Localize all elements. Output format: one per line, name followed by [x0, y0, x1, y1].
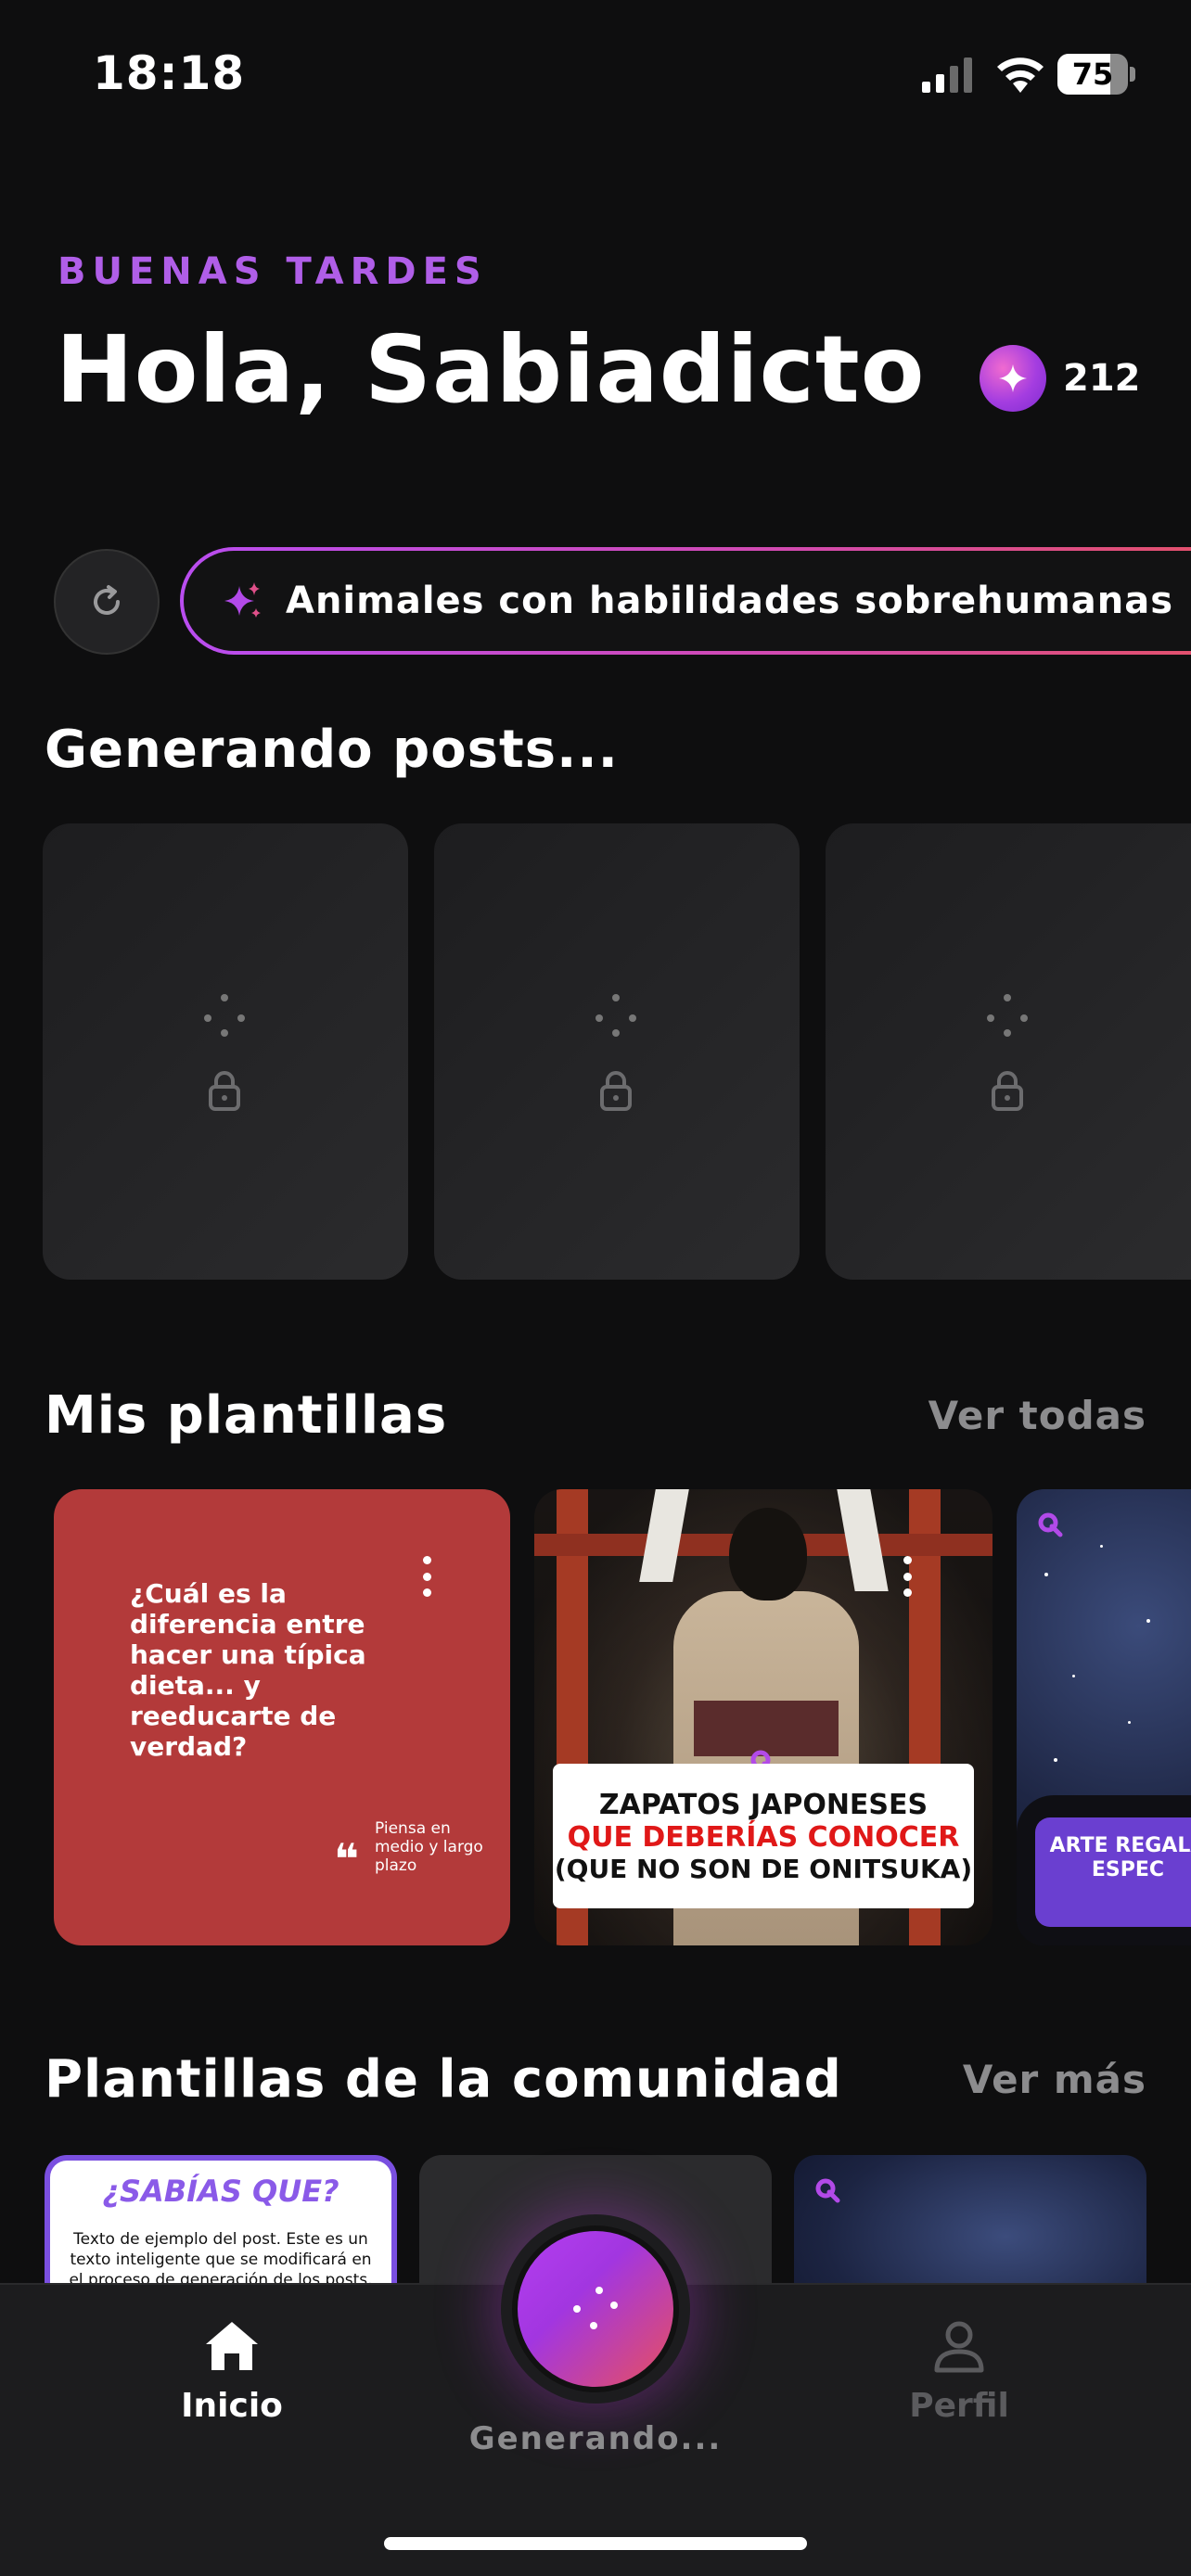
tab-home[interactable]: Inicio	[139, 2318, 325, 2425]
page-title: Hola, Sabiadicto	[56, 315, 926, 424]
template-side-text: Piensa en medio y largo plazo	[375, 1819, 483, 1875]
template-card[interactable]: ARTE REGALA ESPEC	[1017, 1489, 1191, 1945]
lock-icon	[992, 1071, 1023, 1111]
kebab-icon[interactable]	[421, 1556, 432, 1597]
loading-dots-icon	[987, 994, 1028, 1037]
tab-home-label: Inicio	[181, 2387, 283, 2425]
generate-button[interactable]	[512, 2225, 679, 2392]
generate-label: Generando...	[468, 2420, 723, 2457]
topic-label: Animales con habilidades sobrehumanas	[286, 580, 1174, 622]
template-question: ¿Cuál es la diferencia entre hacer una t…	[130, 1578, 366, 1762]
loading-dots-icon	[573, 2287, 618, 2329]
my-templates-title: Mis plantillas	[45, 1385, 448, 1446]
credits-badge[interactable]: 212	[980, 345, 1141, 412]
battery-icon: 75	[1057, 54, 1135, 95]
battery-percent: 75	[1071, 57, 1114, 92]
greeting-subtitle: BUENAS TARDES	[58, 250, 488, 293]
kebab-icon[interactable]	[902, 1556, 913, 1597]
wifi-icon	[997, 57, 1044, 93]
credits-count: 212	[1063, 357, 1141, 400]
lock-icon	[209, 1071, 240, 1111]
profile-icon	[934, 2321, 984, 2373]
topic-chip[interactable]: Animales con habilidades sobrehumanas	[180, 547, 1191, 655]
community-card-heading: ¿SABÍAS QUE?	[102, 2174, 339, 2209]
loading-dots-icon	[204, 994, 245, 1037]
home-indicator	[384, 2537, 807, 2550]
quote-icon: ❝	[334, 1834, 359, 1884]
sparkle-icon	[224, 582, 261, 618]
generating-title: Generando posts...	[45, 720, 619, 780]
refresh-button[interactable]	[54, 549, 160, 655]
tab-profile-label: Perfil	[909, 2387, 1009, 2425]
see-all-link[interactable]: Ver todas	[928, 1393, 1146, 1438]
brand-logo-icon	[1038, 1512, 1063, 1537]
template-card[interactable]: ZAPATOS JAPONESES QUE DEBERÍAS CONOCER (…	[534, 1489, 992, 1945]
caption-line-2: QUE DEBERÍAS CONOCER	[567, 1820, 960, 1854]
lock-icon	[600, 1071, 632, 1111]
home-icon	[206, 2322, 258, 2370]
sparkle-icon	[980, 345, 1046, 412]
brand-logo-icon	[815, 2178, 840, 2203]
signal-icon	[922, 57, 972, 93]
tab-profile[interactable]: Perfil	[866, 2318, 1052, 2425]
see-more-link[interactable]: Ver más	[963, 2057, 1146, 2102]
caption-line-3: (QUE NO SON DE ONITSUKA)	[554, 1853, 973, 1884]
community-title: Plantillas de la comunidad	[45, 2049, 842, 2110]
photo-caption: ZAPATOS JAPONESES QUE DEBERÍAS CONOCER (…	[553, 1764, 974, 1908]
caption-line-1: ZAPATOS JAPONESES	[598, 1788, 928, 1821]
community-card-body: Texto de ejemplo del post. Este es un te…	[69, 2230, 373, 2289]
generating-card	[826, 823, 1191, 1280]
status-bar: 18:18 75	[0, 0, 1191, 148]
template-caption: ARTE REGALA ESPEC	[1035, 1817, 1191, 1927]
generating-card	[43, 823, 408, 1280]
template-card[interactable]: ¿Cuál es la diferencia entre hacer una t…	[54, 1489, 510, 1945]
loading-dots-icon	[596, 994, 636, 1037]
refresh-icon	[94, 585, 120, 615]
generating-card	[434, 823, 800, 1280]
status-time: 18:18	[93, 46, 246, 100]
